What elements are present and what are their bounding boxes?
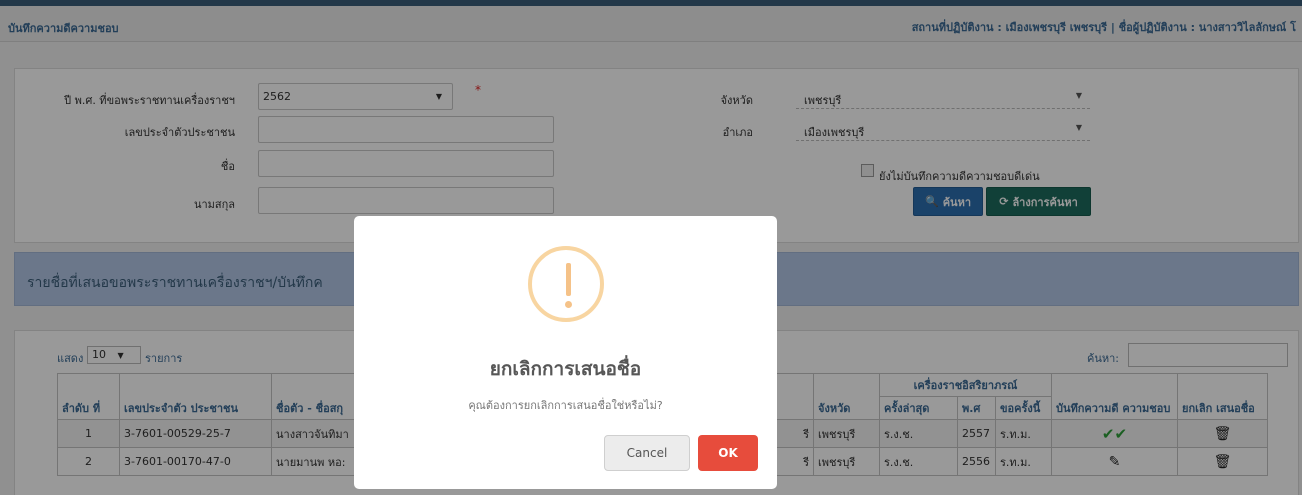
dialog-message: คุณต้องการยกเลิกการเสนอชื่อใช่หรือไม่? [468, 399, 663, 412]
confirm-dialog: ยกเลิกการเสนอชื่อ คุณต้องการยกเลิกการเสน… [354, 216, 777, 489]
ok-button[interactable]: OK [698, 435, 758, 471]
cancel-button[interactable]: Cancel [604, 435, 690, 471]
dialog-title: ยกเลิกการเสนอชื่อ [489, 358, 642, 380]
warning-icon [528, 246, 604, 322]
